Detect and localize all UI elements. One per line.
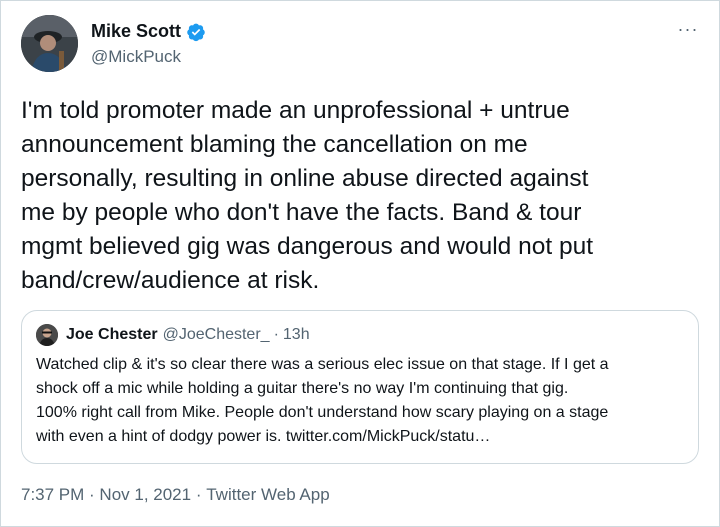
- tweet-time[interactable]: 7:37 PM: [21, 485, 84, 505]
- handle[interactable]: @MickPuck: [91, 47, 181, 67]
- tweet-source[interactable]: Twitter Web App: [206, 485, 329, 505]
- verified-badge-icon: [186, 22, 206, 42]
- quoted-avatar: [36, 324, 58, 346]
- more-options-icon[interactable]: ···: [675, 20, 701, 41]
- tweet-text: I'm told promoter made an unprofessional…: [21, 97, 594, 294]
- quoted-time: 13h: [282, 326, 310, 343]
- display-name[interactable]: Mike Scott: [91, 21, 181, 42]
- tweet-date[interactable]: Nov 1, 2021: [99, 485, 191, 505]
- tweet-header: Mike Scott @MickPuck ···: [21, 15, 701, 75]
- quoted-display-name: Joe Chester: [66, 326, 158, 343]
- quoted-tweet[interactable]: Joe Chester @JoeChester_ · 13h Watched c…: [21, 310, 699, 464]
- tweet-card: Mike Scott @MickPuck ··· I'm told promot…: [0, 0, 720, 527]
- quoted-separator: ·: [273, 326, 279, 343]
- meta-separator-2: ·: [191, 485, 207, 504]
- avatar[interactable]: [21, 15, 78, 72]
- tweet-meta: 7:37 PM · Nov 1, 2021 · Twitter Web App: [21, 485, 330, 505]
- quoted-tweet-header: Joe Chester @JoeChester_ · 13h: [36, 324, 310, 346]
- quoted-handle: @JoeChester_: [162, 326, 270, 343]
- name-row: Mike Scott: [91, 21, 206, 42]
- meta-separator-1: ·: [84, 485, 100, 504]
- quoted-tweet-text: Watched clip & it's so clear there was a…: [36, 356, 609, 445]
